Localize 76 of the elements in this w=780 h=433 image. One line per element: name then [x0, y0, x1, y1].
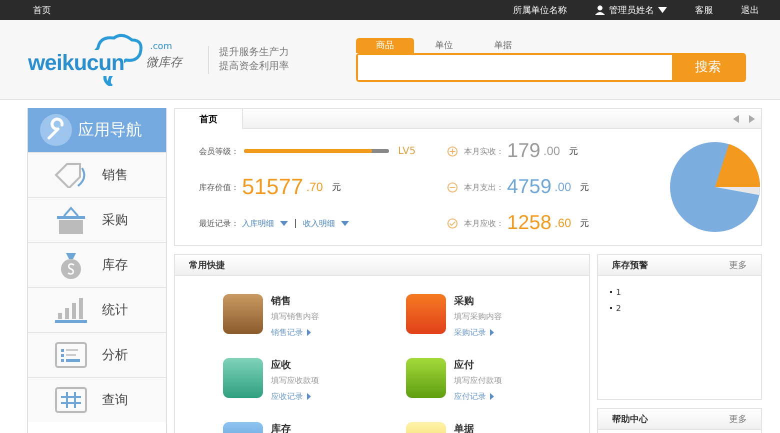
more-link[interactable]: 更多 [729, 258, 747, 272]
service-link[interactable]: 客服 [695, 4, 713, 16]
sidebar-item[interactable]: 销售 [28, 152, 166, 197]
minus-circle-icon [447, 182, 458, 192]
slogan-line: 提升服务生产力 [219, 46, 289, 60]
currency-unit: 元 [332, 182, 341, 194]
recent-records-label: 最近记录： [199, 218, 239, 228]
caret-icon [658, 7, 667, 13]
shortcut-title: 应付 [454, 358, 475, 372]
shortcut-title: 采购 [454, 294, 475, 308]
stock-value-decimal: .70 [306, 180, 323, 194]
search-tab[interactable]: 单位 [415, 38, 473, 52]
logout-link[interactable]: 退出 [741, 4, 759, 16]
next-arrow-icon[interactable] [749, 114, 755, 122]
arrow-icon [307, 329, 311, 336]
user-menu[interactable]: 管理员姓名 [595, 4, 667, 16]
stock-value: 51577 [242, 174, 304, 200]
shortcut-description: 填写应收款项 [271, 375, 319, 386]
sidebar-item[interactable]: 库存 [28, 242, 166, 287]
arrow-icon [490, 329, 494, 336]
member-level-label: 会员等级： [199, 146, 239, 156]
sidebar-item[interactable]: 查询 [28, 377, 166, 422]
monthly-label: 本月支出： [464, 182, 504, 192]
sidebar-item[interactable]: 分析 [28, 332, 166, 377]
overview-tab[interactable]: 首页 [175, 109, 243, 129]
monthly-amount-decimal: .60 [554, 216, 572, 230]
shortcut-description: 填写采购内容 [454, 311, 502, 322]
currency-unit: 元 [580, 218, 590, 230]
stock-value-label: 库存价值： [199, 182, 239, 192]
shortcut-description: 填写应付款项 [454, 375, 502, 386]
home-link[interactable]: 首页 [33, 4, 51, 16]
logo-chinese-name: 微库存 [146, 54, 182, 70]
logo-domain: .com [150, 42, 172, 52]
monthly-amount-decimal: .00 [543, 144, 560, 158]
panel-title: 库存预警 [612, 259, 648, 272]
basket-icon [54, 206, 88, 234]
wrench-icon [40, 114, 72, 146]
logo-text: weikucun [28, 50, 124, 76]
shortcut-title: 应收 [271, 358, 292, 372]
user-icon [595, 5, 605, 15]
record-dropdown[interactable]: 收入明细 [303, 218, 349, 228]
sidebar-item[interactable]: 采购 [28, 197, 166, 242]
more-link[interactable]: 更多 [729, 412, 747, 426]
grid-icon [54, 387, 88, 413]
shortcut-title: 销售 [271, 294, 292, 308]
sidebar-title: 应用导航 [78, 120, 142, 140]
monthly-amount: 1258 [507, 212, 552, 234]
search-tab[interactable]: 单据 [474, 38, 532, 52]
panel-title: 常用快捷 [189, 259, 225, 272]
alert-item[interactable]: 1 [616, 288, 622, 296]
arrow-icon [490, 393, 494, 400]
previous-arrow-icon[interactable] [733, 114, 739, 122]
list-icon [54, 342, 88, 368]
slogan-line: 提高资金利用率 [219, 60, 289, 74]
caret-icon [280, 220, 288, 226]
tag-icon [54, 162, 88, 188]
record-dropdown[interactable]: 入库明细 [242, 218, 288, 228]
unit-link[interactable]: 所属单位名称 [513, 4, 567, 16]
monthly-amount: 4759 [507, 176, 552, 198]
currency-unit: 元 [580, 182, 590, 194]
plus-circle-icon [447, 146, 458, 156]
check-circle-icon [447, 218, 458, 228]
currency-unit: 元 [569, 146, 578, 158]
monthly-label: 本月实收： [464, 146, 504, 156]
monthly-label: 本月应收： [464, 218, 504, 228]
arrow-icon [307, 393, 311, 400]
shortcut-description: 填写销售内容 [271, 311, 319, 322]
alert-item[interactable]: 2 [616, 304, 622, 312]
caret-icon [341, 220, 349, 226]
search-field[interactable] [358, 54, 672, 80]
member-grade: LV5 [398, 146, 416, 156]
monthly-amount: 179 [507, 140, 540, 162]
bar-chart-icon [54, 297, 88, 323]
monthly-amount-decimal: .00 [554, 180, 572, 194]
sidebar-item[interactable]: 统计 [28, 287, 166, 332]
panel-title: 帮助中心 [612, 413, 648, 426]
